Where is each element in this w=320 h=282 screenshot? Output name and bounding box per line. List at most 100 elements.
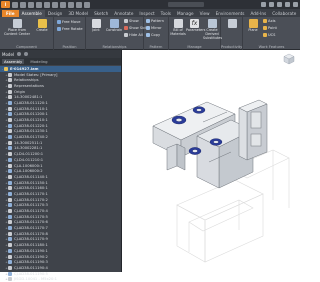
component-group: Place from Content Center Create Compone… <box>0 17 54 50</box>
tree-node-label: CJ-AD38-011170:7 <box>14 226 48 231</box>
undo-icon[interactable] <box>36 1 42 8</box>
tab-annotate[interactable]: Annotate <box>111 10 136 17</box>
tab-environments[interactable]: Environments <box>213 10 248 17</box>
create-button[interactable]: Create <box>33 19 51 40</box>
component-icon <box>8 226 12 231</box>
point-button[interactable]: Point <box>263 25 277 31</box>
new-file-icon[interactable] <box>12 1 18 8</box>
tab-design[interactable]: Design <box>45 10 65 17</box>
component-icon <box>8 95 12 100</box>
component-icon <box>8 112 12 117</box>
ucs-label: UCS <box>268 33 276 37</box>
tab-manage[interactable]: Manage <box>174 10 197 17</box>
show-sick-icon <box>124 26 128 30</box>
pattern-button[interactable]: Pattern <box>146 18 164 24</box>
free-rotate-label: Free Rotate <box>62 27 83 31</box>
component-icon <box>8 100 12 105</box>
create-derived-button[interactable]: Create Derived Substitutes <box>203 19 222 40</box>
help-icon[interactable] <box>277 2 282 7</box>
save-icon[interactable] <box>28 1 34 8</box>
tree-node-label: JISGD-10041 - M5x20:1 <box>14 277 57 282</box>
component-icon <box>8 157 12 162</box>
select-icon[interactable] <box>68 1 74 8</box>
tree-node-label: CJ-AD38-011200:1 <box>14 112 48 117</box>
copy-button[interactable]: Copy <box>146 32 160 38</box>
tree-node-label: CJ-AD38-011120:1 <box>14 100 48 105</box>
cart-icon[interactable] <box>269 2 274 7</box>
tree-node-label: CJ-AD38-011180:1 <box>14 243 48 248</box>
pattern-group: Pattern Mirror Copy Pattern <box>144 17 169 50</box>
component-icon <box>8 83 12 88</box>
tab-modeling[interactable]: Modeling <box>28 59 49 64</box>
close-icon[interactable] <box>17 52 22 56</box>
manage-group: Bill of Materials fx Parameters Create D… <box>169 17 222 50</box>
tree-node-label: CJ-AD38-011160:1 <box>14 186 48 191</box>
maximize-icon[interactable] <box>293 2 298 7</box>
plane-button[interactable]: Plane <box>245 19 261 40</box>
free-rotate-icon <box>57 27 61 31</box>
window-controls <box>261 2 298 7</box>
component-icon <box>8 237 12 242</box>
tab-add-ins[interactable]: Add-Ins <box>247 10 269 17</box>
joint-icon <box>91 19 101 28</box>
tab-tools[interactable]: Tools <box>158 10 174 17</box>
axis-button[interactable]: Axis <box>263 18 275 24</box>
tree-node-label: CJ-D4-011210:1 <box>14 157 44 162</box>
component-icon <box>8 140 12 145</box>
tab-collaborate[interactable]: Collaborate <box>269 10 299 17</box>
search-box[interactable] <box>168 2 204 7</box>
tree-node[interactable]: + JISGD-10041 - M5x20:1 <box>0 276 121 282</box>
place-button[interactable]: Place from Content Center <box>3 19 31 40</box>
component-icon <box>8 89 12 94</box>
sign-in-icon[interactable] <box>261 2 266 7</box>
component-icon <box>8 191 12 196</box>
mirror-button[interactable]: Mirror <box>146 25 162 31</box>
tree-node-label: CJ-A-1006000:1 <box>14 163 43 168</box>
minimize-icon[interactable] <box>285 2 290 7</box>
appearance-icon[interactable] <box>84 1 90 8</box>
parameters-button[interactable]: fx Parameters <box>186 19 205 40</box>
tab-inspect[interactable]: Inspect <box>136 10 157 17</box>
show-button[interactable]: Show <box>124 18 139 24</box>
graphics-viewport[interactable] <box>123 50 300 272</box>
ucs-button[interactable]: UCS <box>263 32 275 38</box>
hide-all-button[interactable]: Hide All <box>124 32 143 38</box>
constrain-button[interactable]: Constrain <box>105 19 123 40</box>
tree-node-label: CJ-AD38-011170:6 <box>14 220 48 225</box>
update-icon[interactable] <box>60 1 66 8</box>
tab-sketch[interactable]: Sketch <box>91 10 111 17</box>
material-icon[interactable] <box>76 1 82 8</box>
add-icon[interactable] <box>24 52 29 56</box>
home-icon[interactable] <box>52 1 58 8</box>
tab-view[interactable]: View <box>197 10 213 17</box>
free-move-button[interactable]: Free Move <box>57 19 80 25</box>
inventor-window: I PRO File Assemble Design 3D Model Sket… <box>0 0 300 282</box>
tree-node-label: CJ-AD38-011170:3 <box>14 203 48 208</box>
tab-assembly[interactable]: Assembly <box>2 59 25 64</box>
tab-file[interactable]: File <box>2 10 19 17</box>
redo-icon[interactable] <box>44 1 50 8</box>
component-icon <box>8 214 12 219</box>
position-group: Free Move Free Rotate Position <box>54 17 86 50</box>
constrain-label: Constrain <box>105 28 123 32</box>
component-icon <box>8 129 12 134</box>
tree-node-label: E-014927.iam <box>10 66 39 71</box>
component-icon <box>8 123 12 128</box>
tree-node-label: CJ-AD38-011170:5 <box>14 214 48 219</box>
joint-button[interactable]: Joint <box>88 19 104 40</box>
copy-label: Copy <box>151 33 161 37</box>
productivity-button[interactable] <box>224 19 240 40</box>
browser-header: Model <box>0 50 121 58</box>
plane-icon <box>248 19 258 28</box>
pattern-icon <box>146 19 150 23</box>
app-logo-icon[interactable]: I PRO <box>1 1 10 14</box>
tab-3d-model[interactable]: 3D Model <box>65 10 91 17</box>
relationships-group-label: Relationships <box>102 45 127 49</box>
tree-node-label: CJ-AD38-011220:1 <box>14 123 48 128</box>
tab-assemble[interactable]: Assemble <box>18 10 45 17</box>
open-file-icon[interactable] <box>20 1 26 8</box>
bill-of-materials-button[interactable]: Bill of Materials <box>170 19 186 40</box>
free-rotate-button[interactable]: Free Rotate <box>57 26 83 32</box>
tree-node-label: CJ-AD38-011170:4 <box>14 209 48 214</box>
tree-node-label: CJ-AD38-011170:8 <box>14 231 48 236</box>
